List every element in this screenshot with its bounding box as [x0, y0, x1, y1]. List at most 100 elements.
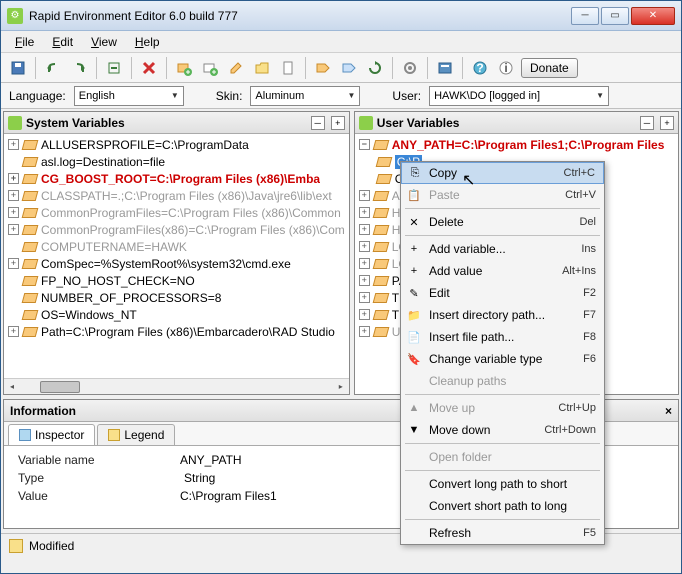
donate-button[interactable]: Donate: [521, 58, 578, 78]
expand-toggle[interactable]: +: [8, 224, 19, 235]
menu-file[interactable]: File: [7, 33, 42, 51]
chevron-down-icon: ▼: [171, 91, 179, 100]
system-tree[interactable]: +ALLUSERSPROFILE=C:\ProgramDataasl.log=D…: [4, 134, 349, 378]
tree-row[interactable]: asl.log=Destination=file: [4, 153, 349, 170]
info-key: Variable name: [14, 452, 174, 468]
file-icon: 📄: [407, 330, 421, 344]
tag-icon: [22, 276, 39, 286]
expand-toggle[interactable]: −: [359, 139, 370, 150]
info-icon[interactable]: i: [495, 57, 517, 79]
expand-toggle[interactable]: +: [8, 173, 19, 184]
expand-toggle[interactable]: +: [359, 292, 370, 303]
expand-toggle[interactable]: +: [359, 309, 370, 320]
expand-toggle[interactable]: +: [359, 190, 370, 201]
menu-item-change-variable-type[interactable]: 🔖Change variable typeF6: [401, 348, 604, 370]
menu-item-refresh[interactable]: RefreshF5: [401, 522, 604, 544]
expand-toggle[interactable]: +: [359, 326, 370, 337]
insert-dir-icon[interactable]: [251, 57, 273, 79]
expand-toggle[interactable]: +: [8, 258, 19, 269]
save-icon[interactable]: [7, 57, 29, 79]
close-button[interactable]: ✕: [631, 7, 675, 25]
expand-toggle[interactable]: +: [359, 241, 370, 252]
row-text: CommonProgramFiles(x86)=C:\Program Files…: [41, 223, 345, 237]
skin-combo[interactable]: Aluminum▼: [250, 86, 360, 106]
tag-icon: [372, 225, 389, 235]
expand-toggle[interactable]: +: [8, 139, 19, 150]
row-text: CLASSPATH=.;C:\Program Files (x86)\Java\…: [41, 189, 332, 203]
expand-toggle[interactable]: +: [8, 190, 19, 201]
collapse-icon[interactable]: [103, 57, 125, 79]
menu-item-delete[interactable]: ✕DeleteDel: [401, 211, 604, 233]
redo-icon[interactable]: [68, 57, 90, 79]
tree-row[interactable]: +ComSpec=%SystemRoot%\system32\cmd.exe: [4, 255, 349, 272]
tab-legend[interactable]: Legend: [97, 424, 175, 445]
svg-text:i: i: [504, 61, 507, 75]
menu-help[interactable]: Help: [127, 33, 168, 51]
info-close-button[interactable]: ×: [665, 404, 672, 418]
menu-item-copy[interactable]: ⎘CopyCtrl+C: [401, 162, 604, 184]
chevron-down-icon: ▼: [348, 91, 356, 100]
legend-icon: [108, 429, 120, 441]
expand-toggle[interactable]: +: [359, 258, 370, 269]
tree-row[interactable]: +Path=C:\Program Files (x86)\Embarcadero…: [4, 323, 349, 340]
expand-toggle[interactable]: +: [8, 326, 19, 337]
menu-item-edit[interactable]: ✎EditF2: [401, 282, 604, 304]
add-var-icon[interactable]: [173, 57, 195, 79]
expand-toggle[interactable]: +: [359, 207, 370, 218]
tree-row[interactable]: +ALLUSERSPROFILE=C:\ProgramData: [4, 136, 349, 153]
help-icon[interactable]: ?: [469, 57, 491, 79]
context-menu[interactable]: ⎘CopyCtrl+C📋PasteCtrl+V✕DeleteDel+Add va…: [400, 161, 605, 545]
addval-icon: +: [407, 264, 421, 278]
menu-item-add-variable-[interactable]: +Add variable...Ins: [401, 238, 604, 260]
delete-icon[interactable]: [138, 57, 160, 79]
backup-icon[interactable]: [434, 57, 456, 79]
edit-icon[interactable]: [225, 57, 247, 79]
tag1-icon[interactable]: [312, 57, 334, 79]
menu-view[interactable]: View: [83, 33, 125, 51]
add-value-icon[interactable]: [199, 57, 221, 79]
tree-row[interactable]: NUMBER_OF_PROCESSORS=8: [4, 289, 349, 306]
undo-icon[interactable]: [42, 57, 64, 79]
copy-icon: ⎘: [408, 166, 422, 180]
tree-row[interactable]: OS=Windows_NT: [4, 306, 349, 323]
tag2-icon[interactable]: [338, 57, 360, 79]
tree-row[interactable]: FP_NO_HOST_CHECK=NO: [4, 272, 349, 289]
menu-item-insert-file-path-[interactable]: 📄Insert file path...F8: [401, 326, 604, 348]
language-combo[interactable]: English▼: [74, 86, 184, 106]
sysvars-collapse-button[interactable]: ─: [311, 116, 325, 130]
uservars-add-button[interactable]: +: [660, 116, 674, 130]
menu-edit[interactable]: Edit: [44, 33, 81, 51]
tree-row[interactable]: + CLASSPATH=.;C:\Program Files (x86)\Java…: [4, 187, 349, 204]
expand-toggle[interactable]: +: [8, 207, 19, 218]
tree-row[interactable]: +CommonProgramFiles=C:\Program Files (x8…: [4, 204, 349, 221]
menu-item-move-down[interactable]: ▼Move downCtrl+Down: [401, 419, 604, 441]
system-scrollbar[interactable]: ◂▸: [4, 378, 349, 394]
refresh-icon[interactable]: [364, 57, 386, 79]
uservars-collapse-button[interactable]: ─: [640, 116, 654, 130]
maximize-button[interactable]: ▭: [601, 7, 629, 25]
toolbar: ? i Donate: [1, 53, 681, 83]
tag-icon: [22, 327, 39, 337]
tree-row[interactable]: COMPUTERNAME=HAWK: [4, 238, 349, 255]
row-text: FP_NO_HOST_CHECK=NO: [41, 274, 195, 288]
tag-icon: [22, 157, 39, 167]
tree-row[interactable]: +CG_BOOST_ROOT=C:\Program Files (x86)\Em…: [4, 170, 349, 187]
tree-row[interactable]: + CommonProgramFiles(x86)=C:\Program File…: [4, 221, 349, 238]
title-bar[interactable]: ⚙ Rapid Environment Editor 6.0 build 777…: [1, 1, 681, 31]
expand-toggle[interactable]: +: [359, 275, 370, 286]
menu-item-insert-directory-path-[interactable]: 📁Insert directory path...F7: [401, 304, 604, 326]
sysvars-add-button[interactable]: +: [331, 116, 345, 130]
tree-row[interactable]: −ANY_PATH=C:\Program Files1;C:\Program F…: [355, 136, 678, 153]
minimize-button[interactable]: ─: [571, 7, 599, 25]
expand-toggle[interactable]: +: [359, 224, 370, 235]
user-combo[interactable]: HAWK\DO [logged in]▼: [429, 86, 609, 106]
menu-item-convert-long-path-to-short[interactable]: Convert long path to short: [401, 473, 604, 495]
menu-item-convert-short-path-to-long[interactable]: Convert short path to long: [401, 495, 604, 517]
settings-icon[interactable]: [399, 57, 421, 79]
user-label: User:: [392, 89, 421, 103]
menu-item-add-value[interactable]: +Add valueAlt+Ins: [401, 260, 604, 282]
tab-inspector[interactable]: Inspector: [8, 424, 95, 445]
svg-text:?: ?: [476, 61, 483, 75]
insert-file-icon[interactable]: [277, 57, 299, 79]
row-text: NUMBER_OF_PROCESSORS=8: [41, 291, 221, 305]
